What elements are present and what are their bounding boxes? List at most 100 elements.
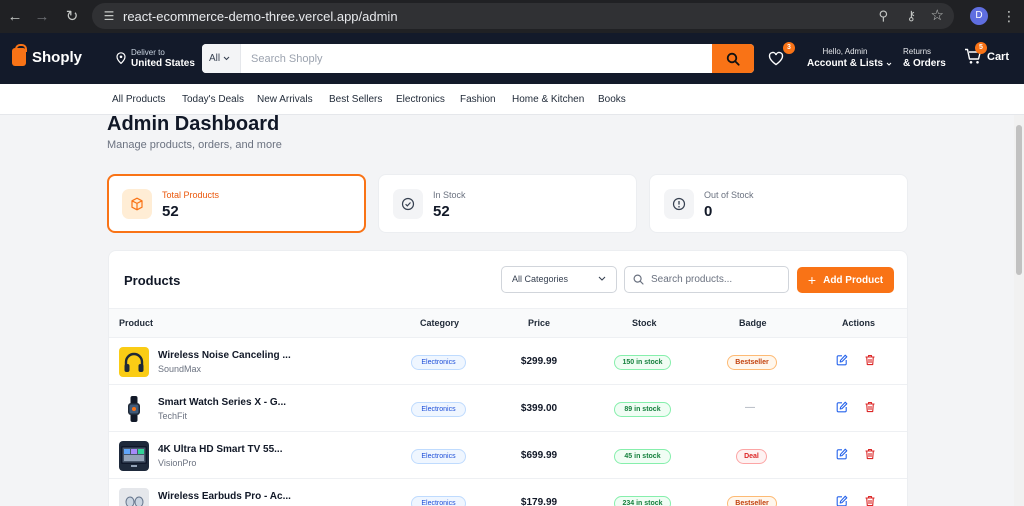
stat-value: 0 <box>704 203 713 220</box>
heart-icon <box>768 51 784 66</box>
search-button[interactable] <box>712 44 754 73</box>
stock-pill: 45 in stock <box>614 449 671 464</box>
stock-pill: 234 in stock <box>614 496 671 506</box>
logo-text: Shoply <box>32 48 83 66</box>
earbuds-image <box>125 496 144 506</box>
deliver-label: Deliver to <box>131 48 165 57</box>
address-bar[interactable]: ☰ react-ecommerce-demo-three.vercel.app/… <box>92 3 954 29</box>
stat-value: 52 <box>162 203 179 220</box>
search-category-label: All <box>209 53 221 64</box>
account-menu[interactable]: Hello, Admin Account & Lists <box>807 47 892 69</box>
browser-menu-icon[interactable]: ⋮ <box>1002 7 1016 25</box>
product-brand: TechFit <box>158 411 188 421</box>
nav-todays-deals[interactable]: Today's Deals <box>182 94 244 105</box>
trash-icon[interactable] <box>864 495 876 506</box>
returns-orders-link[interactable]: Returns & Orders <box>903 47 946 69</box>
badge-pill: Bestseller <box>727 355 777 370</box>
col-stock[interactable]: Stock <box>632 318 657 328</box>
chevron-down-icon <box>886 62 892 66</box>
account-label: Account & Lists <box>807 58 884 69</box>
nav-best-sellers[interactable]: Best Sellers <box>329 94 382 105</box>
col-badge[interactable]: Badge <box>739 318 767 328</box>
shoply-logo[interactable]: Shoply <box>12 44 83 66</box>
chevron-down-icon <box>223 56 230 61</box>
forward-arrow-icon[interactable]: → <box>32 6 52 26</box>
password-key-icon[interactable]: ⚷ <box>906 8 916 24</box>
stat-card-in-stock[interactable]: In Stock 52 <box>378 174 637 233</box>
stock-pill: 150 in stock <box>614 355 671 370</box>
page-title: Admin Dashboard <box>107 113 280 135</box>
nav-home-kitchen[interactable]: Home & Kitchen <box>512 94 584 105</box>
url-text[interactable]: react-ecommerce-demo-three.vercel.app/ad… <box>123 9 398 24</box>
category-filter-select[interactable]: All Categories <box>501 266 617 293</box>
tv-image <box>121 446 147 467</box>
category-pill: Electronics <box>411 355 466 370</box>
add-product-button[interactable]: + Add Product <box>797 267 894 293</box>
profile-avatar[interactable]: D <box>970 7 988 25</box>
table-row[interactable]: 4K Ultra HD Smart TV 55... VisionPro Ele… <box>109 432 907 479</box>
category-pill: Electronics <box>411 496 466 506</box>
col-product[interactable]: Product <box>119 318 153 328</box>
badge-empty: — <box>745 402 755 413</box>
stat-card-total-products[interactable]: Total Products 52 <box>107 174 366 233</box>
search-category-select[interactable]: All <box>202 44 241 73</box>
page-subtitle: Manage products, orders, and more <box>107 139 282 151</box>
nav-all-products[interactable]: All Products <box>112 94 165 105</box>
bookmark-star-icon[interactable]: ☆ <box>931 6 944 24</box>
edit-icon[interactable] <box>836 401 848 413</box>
shopping-bag-icon <box>12 44 27 66</box>
wishlist-count-badge: 3 <box>783 42 795 54</box>
product-price: $299.99 <box>520 356 558 367</box>
alert-circle-icon <box>664 189 694 219</box>
table-header: Product Category Price Stock Badge Actio… <box>109 308 907 338</box>
check-circle-icon <box>393 189 423 219</box>
edit-icon[interactable] <box>836 448 848 460</box>
product-brand: SoundMax <box>158 364 202 374</box>
col-price[interactable]: Price <box>528 318 550 328</box>
back-arrow-icon[interactable]: ← <box>5 6 25 26</box>
zoom-icon[interactable]: ⚲ <box>878 8 888 24</box>
category-filter-value: All Categories <box>512 274 569 284</box>
table-row[interactable]: Wireless Noise Canceling ... SoundMax El… <box>109 338 907 385</box>
site-header: Shoply Deliver to United States All 3 He… <box>0 33 1024 84</box>
edit-icon[interactable] <box>836 354 848 366</box>
nav-new-arrivals[interactable]: New Arrivals <box>257 94 313 105</box>
product-thumbnail <box>119 347 149 377</box>
search-input[interactable] <box>242 44 712 73</box>
badge-pill: Bestseller <box>727 496 777 506</box>
page-scrollbar[interactable] <box>1014 115 1024 506</box>
deliver-country: United States <box>131 58 195 69</box>
main-search: All <box>202 44 754 73</box>
product-search-input[interactable] <box>651 268 785 291</box>
stat-card-out-of-stock[interactable]: Out of Stock 0 <box>649 174 908 233</box>
nav-fashion[interactable]: Fashion <box>460 94 496 105</box>
scrollbar-thumb[interactable] <box>1016 125 1022 275</box>
search-icon <box>726 52 740 66</box>
nav-books[interactable]: Books <box>598 94 626 105</box>
trash-icon[interactable] <box>864 401 876 413</box>
product-name: Wireless Earbuds Pro - Ac... <box>158 491 291 502</box>
product-thumbnail <box>119 488 149 506</box>
col-category[interactable]: Category <box>420 318 459 328</box>
table-row[interactable]: Smart Watch Series X - G... TechFit Elec… <box>109 385 907 432</box>
smartwatch-image <box>128 396 140 422</box>
location-pin-icon <box>116 52 126 64</box>
cart-count-badge: 5 <box>975 42 987 54</box>
add-product-label: Add Product <box>823 274 884 286</box>
reload-icon[interactable]: ↻ <box>62 6 82 26</box>
box-icon <box>122 189 152 219</box>
category-pill: Electronics <box>411 402 466 417</box>
trash-icon[interactable] <box>864 354 876 366</box>
plus-icon: + <box>807 272 817 288</box>
cart-button[interactable]: 5 Cart <box>964 42 1009 66</box>
table-row[interactable]: Wireless Earbuds Pro - Ac... Electronics… <box>109 479 907 506</box>
nav-electronics[interactable]: Electronics <box>396 94 445 105</box>
trash-icon[interactable] <box>864 448 876 460</box>
edit-icon[interactable] <box>836 495 848 506</box>
product-price: $179.99 <box>520 497 558 506</box>
category-pill: Electronics <box>411 449 466 464</box>
site-settings-icon[interactable]: ☰ <box>102 9 116 23</box>
products-title: Products <box>124 273 181 288</box>
chevron-down-icon <box>598 276 606 281</box>
wishlist-button[interactable]: 3 <box>768 42 795 69</box>
